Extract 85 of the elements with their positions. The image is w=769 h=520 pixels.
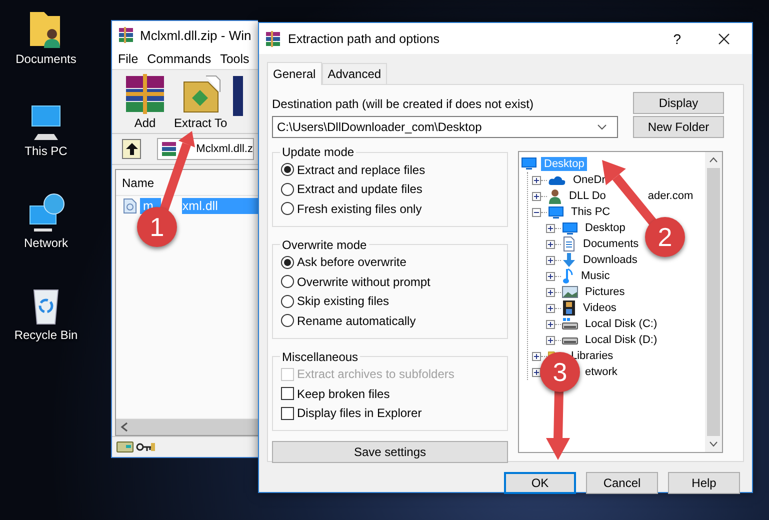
option-label[interactable]: Extract and replace files (297, 162, 426, 177)
tree-item[interactable]: Videos (580, 301, 620, 315)
expand-icon[interactable] (532, 192, 541, 200)
tree-item[interactable]: ader.com (644, 189, 696, 203)
scroll-thumb[interactable] (707, 168, 720, 436)
field-label: Destination path (will be created if does not exist) (272, 97, 534, 111)
tree-item[interactable]: Local Disk (C:) (582, 317, 660, 331)
expand-icon[interactable] (546, 256, 555, 264)
option-label[interactable]: Overwrite without prompt (297, 274, 430, 289)
expand-icon[interactable] (546, 240, 555, 248)
tab[interactable]: Advanced (322, 63, 388, 84)
expand-icon[interactable] (546, 272, 555, 280)
menu-item[interactable]: File (118, 52, 138, 66)
expand-icon[interactable] (546, 320, 555, 328)
menu-item[interactable]: Tools (220, 52, 250, 66)
expand-icon[interactable] (532, 368, 541, 376)
option-label[interactable]: Skip existing files (297, 294, 390, 308)
close-icon[interactable] (718, 32, 730, 44)
up-folder-button[interactable] (122, 139, 142, 159)
desktop-shortcut-label[interactable]: Recycle Bin (14, 328, 78, 342)
tree-item[interactable]: Downloads (580, 253, 640, 267)
group-title: Update mode (281, 145, 356, 159)
radio-button[interactable] (281, 294, 294, 308)
archive-app-icon (118, 27, 134, 43)
window-title: Mclxml.dll.zip - Win (140, 28, 252, 42)
group-title: Miscellaneous (281, 350, 360, 364)
tree-item[interactable]: This PC (568, 205, 614, 219)
dll-file-icon (123, 198, 137, 214)
side-button[interactable]: New Folder (633, 116, 724, 138)
tree-item[interactable]: Pictures (582, 285, 628, 299)
tree-item[interactable]: OneDr (570, 173, 608, 187)
scroll-up-icon[interactable] (709, 157, 718, 163)
help-button[interactable]: ? (673, 30, 681, 46)
tree-item[interactable]: etwork (582, 365, 620, 379)
tree-item[interactable]: DLL Do (566, 189, 609, 203)
option-label[interactable]: Display files in Explorer (297, 406, 422, 420)
radio-button[interactable] (281, 256, 294, 269)
toolbar-button[interactable]: Add (122, 72, 168, 130)
archive-file-icon (161, 141, 178, 157)
radio-button[interactable] (281, 202, 294, 216)
tree-item[interactable]: Documents (580, 237, 642, 251)
expand-icon[interactable] (532, 352, 541, 360)
scroll-left-icon[interactable] (120, 422, 130, 432)
checkbox[interactable] (281, 387, 294, 400)
scroll-down-icon[interactable] (709, 441, 718, 447)
toolbar-button[interactable]: Extract To (174, 72, 228, 130)
dialog-button[interactable]: Cancel (586, 472, 658, 494)
vertical-scrollbar[interactable] (705, 152, 722, 452)
dropdown-caret-icon[interactable] (597, 124, 607, 130)
desktop-shortcut-label[interactable]: Documents (16, 52, 76, 66)
expand-icon[interactable] (546, 224, 555, 232)
expand-icon[interactable] (546, 304, 555, 312)
status-icons (116, 440, 156, 454)
option-label[interactable]: Extract and update files (297, 182, 422, 196)
menu-item[interactable]: Commands (147, 52, 212, 66)
expand-icon[interactable] (546, 288, 555, 296)
expand-icon[interactable] (546, 336, 555, 344)
radio-button[interactable] (281, 275, 294, 288)
group-title: Overwrite mode (281, 238, 368, 252)
tree-item[interactable]: Local Disk (D:) (582, 333, 660, 347)
annotation-arrow (546, 390, 570, 460)
tree-item[interactable]: Music (578, 269, 613, 283)
desktop-shortcut-label[interactable]: This PC (24, 144, 68, 158)
option-label[interactable]: Keep broken files (297, 386, 390, 401)
side-button[interactable]: Display (633, 92, 724, 114)
radio-button[interactable] (281, 163, 294, 176)
tab[interactable]: General (267, 62, 322, 85)
option-label[interactable]: Fresh existing files only (297, 202, 422, 216)
dialog-title: Extraction path and options (288, 32, 440, 46)
destination-path-field[interactable]: C:\Users\DllDownloader_com\Desktop (272, 116, 618, 138)
option-label[interactable]: Ask before overwrite (297, 255, 406, 270)
option-label[interactable]: Rename automatically (297, 314, 416, 328)
expand-icon[interactable] (532, 176, 541, 184)
radio-button[interactable] (281, 182, 294, 196)
checkbox[interactable] (281, 406, 294, 420)
dialog-button[interactable]: Help (668, 472, 740, 494)
desktop-shortcut-label[interactable]: Network (24, 236, 68, 250)
radio-button[interactable] (281, 314, 294, 328)
archive-app-icon (265, 30, 281, 46)
tree-item[interactable]: Desktop (582, 221, 628, 235)
save-settings-button[interactable]: Save settings (272, 441, 508, 463)
collapse-icon[interactable] (532, 208, 541, 216)
horizontal-scrollbar[interactable] (116, 418, 258, 435)
toolbar-button[interactable] (233, 76, 244, 116)
dialog-button[interactable]: OK (504, 472, 576, 494)
